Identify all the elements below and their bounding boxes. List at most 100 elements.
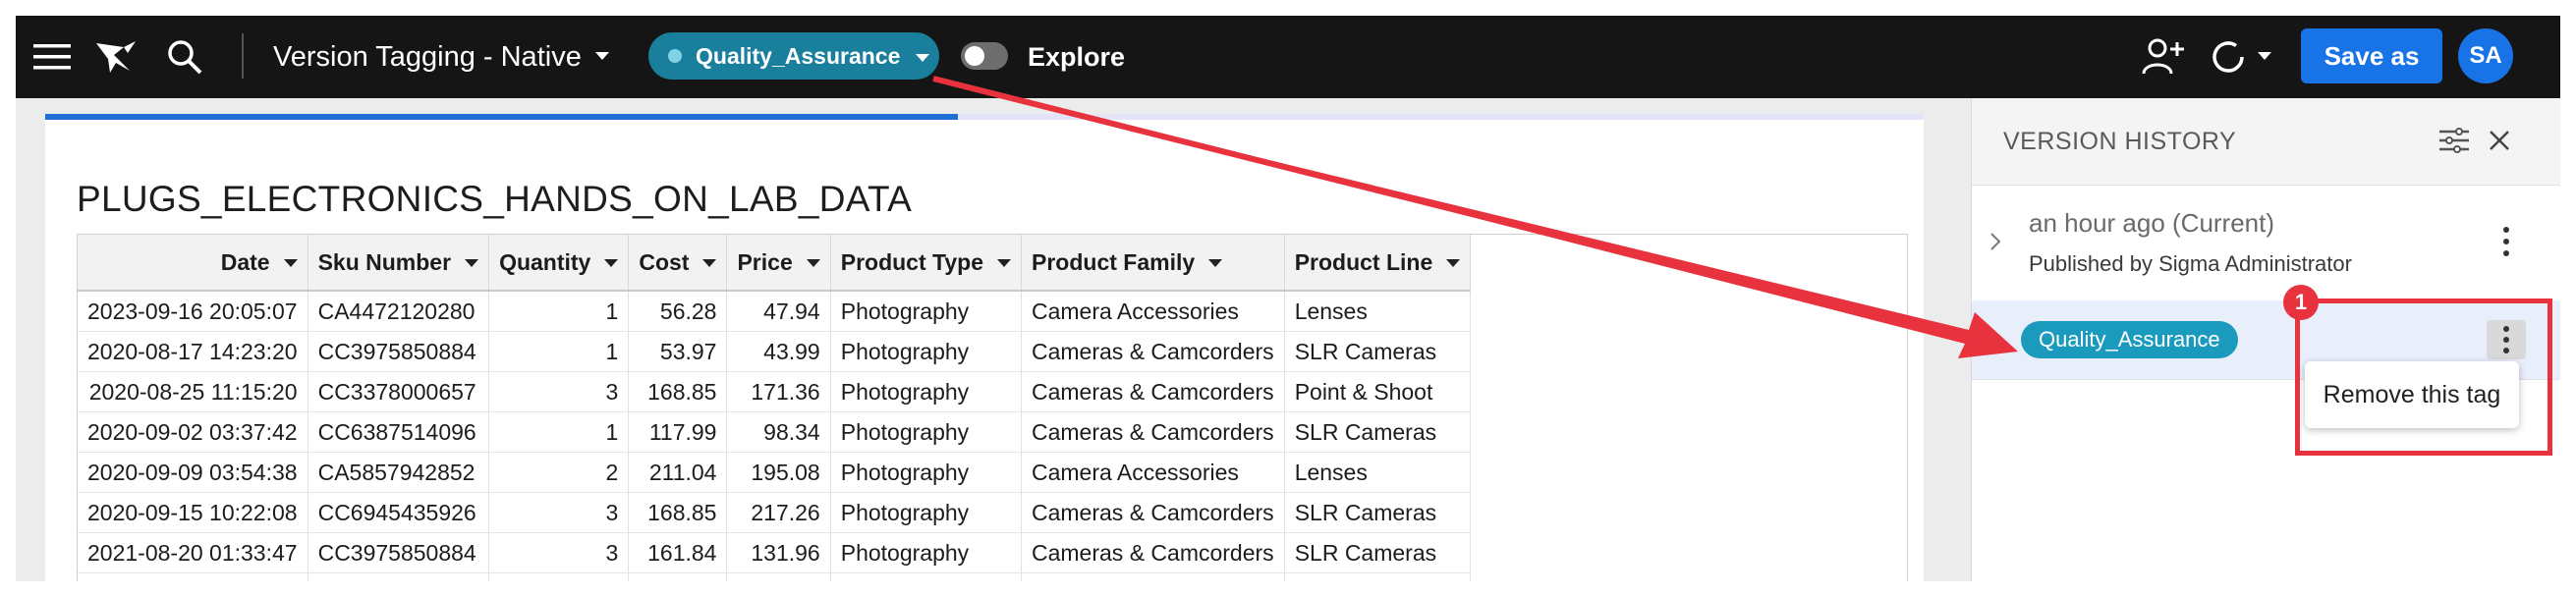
table-cell[interactable]: Lenses [1284,291,1472,332]
table-cell[interactable]: 43.99 [726,331,831,372]
table-cell[interactable]: Computers [830,572,1023,581]
table-row[interactable]: 2020-08-25 11:15:20 CC3378000657 3 168.85 17… [78,371,1472,412]
table-cell[interactable]: 53.97 [628,331,728,372]
table-cell[interactable]: CC6387514096 [308,411,490,453]
table-cell[interactable]: Photography [830,532,1023,573]
table-cell[interactable]: 3 [488,371,630,412]
table-cell[interactable]: 211.04 [628,452,728,493]
table-cell[interactable]: 3 [488,492,630,533]
chevron-down-icon[interactable] [604,259,619,268]
table-row[interactable]: 2020-08-17 14:23:20 CC3975850884 1 53.97 43.… [78,331,1472,372]
table-row[interactable]: 2020-09-02 03:37:42 CC6387514096 1 117.99 98… [78,411,1472,453]
table-cell[interactable]: 204.03 [628,572,728,581]
menu-icon[interactable] [33,16,73,98]
table-cell[interactable]: SLR Cameras [1284,492,1472,533]
table-cell[interactable]: 2021-08-20 01:33:47 [78,532,308,573]
table-cell[interactable]: Cameras & Camcorders [1021,331,1285,372]
chevron-down-icon[interactable] [806,259,820,268]
table-cell[interactable]: Photography [830,492,1023,533]
column-header[interactable]: Cost [628,235,728,292]
explore-toggle[interactable] [961,42,1008,70]
table-cell[interactable]: Computers & Tablets [1021,572,1285,581]
chevron-down-icon[interactable] [702,259,717,268]
table-cell[interactable]: Photography [830,452,1023,493]
table-cell[interactable]: CA5857942852 [308,452,490,493]
table-cell[interactable]: 2021-08-25 17:17:50 [78,572,308,581]
chevron-down-icon[interactable] [283,259,298,268]
sigma-logo-icon[interactable] [94,16,138,98]
close-icon[interactable] [2489,130,2510,156]
table-row[interactable]: 2021-08-20 01:33:47 CC3975850884 3 161.84 13… [78,532,1472,573]
table-cell[interactable]: CC3975850884 [308,532,490,573]
chevron-down-icon[interactable] [997,259,1011,268]
version-entry[interactable]: an hour ago (Current) Published by Sigma… [1972,185,2560,301]
table-cell[interactable]: 168.85 [628,371,728,412]
table-cell[interactable]: 2020-09-02 03:37:42 [78,411,308,453]
table-cell[interactable]: Camera Accessories [1021,452,1285,493]
table-cell[interactable]: 217.26 [726,492,831,533]
column-header[interactable]: Quantity [488,235,630,292]
table-cell[interactable]: 171.36 [726,371,831,412]
table-row[interactable]: 2020-09-09 03:54:38 CA5857942852 2 211.04 19… [78,452,1472,493]
table-cell[interactable]: 1 [488,331,630,372]
table-cell[interactable]: Photography [830,331,1023,372]
table-cell[interactable]: 168.85 [628,492,728,533]
table-row[interactable]: 2023-09-16 20:05:07 CA4472120280 1 56.28 47.… [78,291,1472,332]
table-cell[interactable]: SLR Cameras [1284,532,1472,573]
table-cell[interactable]: 2020-09-15 10:22:08 [78,492,308,533]
avatar[interactable]: SA [2458,28,2513,83]
table-cell[interactable]: CC3975850884 [308,331,490,372]
table-cell[interactable]: Cameras & Camcorders [1021,371,1285,412]
table-cell[interactable]: 2 [488,572,630,581]
table-cell[interactable]: 47.94 [726,291,831,332]
table-cell[interactable]: 2020-08-25 11:15:20 [78,371,308,412]
column-header[interactable]: Product Family [1021,235,1285,292]
table-cell[interactable]: CC3378000657 [308,371,490,412]
table-cell[interactable]: 2023-09-16 20:05:07 [78,291,308,332]
more-options-icon[interactable] [2502,226,2510,262]
filter-icon[interactable] [2439,128,2469,158]
refresh-dropdown[interactable] [2209,16,2271,98]
chevron-down-icon[interactable] [465,259,479,268]
table-cell[interactable]: Camera Accessories [1021,291,1285,332]
search-icon[interactable] [167,16,202,98]
table-cell[interactable]: Photography [830,371,1023,412]
column-header[interactable]: Price [726,235,831,292]
version-tag-chip[interactable]: Quality_Assurance [2021,321,2238,358]
table-cell[interactable]: SLR Cameras [1284,331,1472,372]
table-cell[interactable]: Desktops [1284,572,1472,581]
table-cell[interactable]: Photography [830,411,1023,453]
table-cell[interactable]: CT2582625850 [308,572,490,581]
table-cell[interactable]: 2020-09-09 03:54:38 [78,452,308,493]
column-header[interactable]: Product Type [830,235,1023,292]
table-cell[interactable]: 3 [488,532,630,573]
table-cell[interactable]: Photography [830,291,1023,332]
table-cell[interactable]: 117.99 [628,411,728,453]
table-cell[interactable]: 1 [488,291,630,332]
table-row[interactable]: 2021-08-25 17:17:50CT25826258502204.0325… [78,572,1472,581]
table-cell[interactable]: 2020-08-17 14:23:20 [78,331,308,372]
table-cell[interactable]: 161.84 [628,532,728,573]
table-row[interactable]: 2020-09-15 10:22:08 CC6945435926 3 168.85 21… [78,492,1472,533]
add-user-icon[interactable] [2142,16,2185,98]
table-cell[interactable]: SLR Cameras [1284,411,1472,453]
table-cell[interactable]: Cameras & Camcorders [1021,411,1285,453]
table-cell[interactable]: Point & Shoot [1284,371,1472,412]
column-header[interactable]: Sku Number [308,235,490,292]
version-tag-selector[interactable]: Quality_Assurance [648,32,939,80]
column-header[interactable]: Product Line [1284,235,1472,292]
table-cell[interactable]: 250.14 [726,572,831,581]
table-cell[interactable]: 2 [488,452,630,493]
chevron-down-icon[interactable] [1208,259,1223,268]
table-cell[interactable]: 56.28 [628,291,728,332]
table-cell[interactable]: 98.34 [726,411,831,453]
table-cell[interactable]: Lenses [1284,452,1472,493]
document-title-dropdown[interactable]: Version Tagging - Native [273,16,609,98]
table-cell[interactable]: Cameras & Camcorders [1021,532,1285,573]
table-cell[interactable]: 1 [488,411,630,453]
column-header[interactable]: Date [78,235,308,292]
chevron-down-icon[interactable] [1446,259,1461,268]
table-cell[interactable]: 131.96 [726,532,831,573]
table-cell[interactable]: Cameras & Camcorders [1021,492,1285,533]
table-cell[interactable]: 195.08 [726,452,831,493]
